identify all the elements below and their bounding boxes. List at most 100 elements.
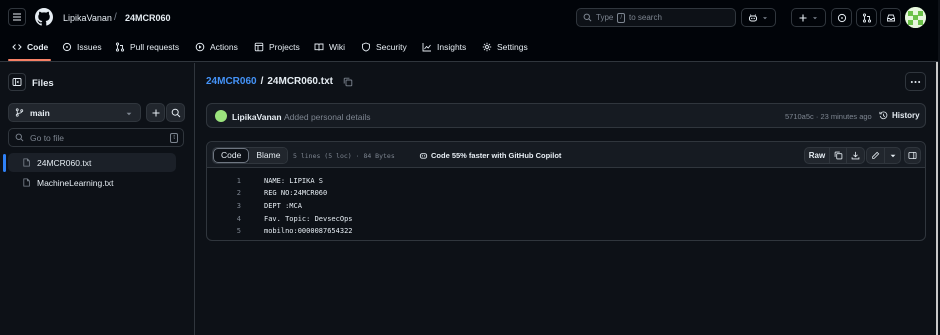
tab-insights[interactable]: Insights <box>422 42 466 52</box>
commit-author-avatar[interactable] <box>215 110 227 122</box>
sidebar-expand-icon <box>908 151 917 160</box>
copilot-icon <box>419 153 428 159</box>
book-icon <box>314 43 324 51</box>
search-placeholder-prefix: Type <box>596 13 614 22</box>
github-window: LipikaVanan / 24MCR060 Type / to search <box>0 0 938 335</box>
go-to-file-placeholder: Go to file <box>30 132 65 143</box>
line-number[interactable]: 4 <box>207 215 241 223</box>
code-line: 1 NAME: LIPIKA S <box>207 177 907 189</box>
github-logo-icon[interactable] <box>35 8 53 26</box>
create-new-button[interactable] <box>791 8 826 27</box>
raw-actions-group: Raw <box>804 147 865 164</box>
branch-icon <box>15 108 24 117</box>
copilot-icon <box>749 13 757 21</box>
line-number[interactable]: 3 <box>207 202 241 210</box>
active-tab-indicator <box>8 59 51 61</box>
pencil-icon <box>872 151 880 159</box>
breadcrumb-owner[interactable]: LipikaVanan <box>63 13 112 23</box>
tab-security[interactable]: Security <box>361 42 407 52</box>
play-icon <box>195 42 205 52</box>
blame-view-button[interactable]: Blame <box>249 148 288 163</box>
gear-icon <box>482 42 492 52</box>
add-file-button[interactable] <box>146 103 165 122</box>
commit-message[interactable]: Added personal details <box>284 112 370 122</box>
line-number[interactable]: 2 <box>207 189 241 197</box>
active-file-indicator <box>3 154 6 172</box>
menu-button[interactable] <box>8 8 26 26</box>
line-number[interactable]: 1 <box>207 177 241 185</box>
file-icon <box>23 178 30 187</box>
tab-issues[interactable]: Issues <box>62 42 102 52</box>
pull-request-icon <box>862 12 871 23</box>
edit-file-button[interactable] <box>867 148 885 163</box>
search-icon <box>15 133 24 142</box>
collapse-sidebar-button[interactable] <box>8 73 26 91</box>
tab-projects[interactable]: Projects <box>254 42 300 52</box>
breadcrumb-repo-link[interactable]: 24MCR060 <box>206 76 257 87</box>
file-item-label: 24MCR060.txt <box>37 157 92 168</box>
chevron-down-icon <box>126 112 132 116</box>
sidebar-title: Files <box>32 78 54 89</box>
copy-raw-button[interactable] <box>830 148 847 163</box>
issues-button[interactable] <box>831 8 852 27</box>
inbox-button[interactable] <box>880 8 901 27</box>
tab-wiki[interactable]: Wiki <box>314 42 345 52</box>
go-to-file-input[interactable]: Go to file t <box>8 128 184 147</box>
history-button[interactable]: History <box>879 111 920 120</box>
tab-settings-label: Settings <box>497 42 528 52</box>
line-content: DEPT :MCA <box>264 202 302 210</box>
breadcrumb-separator: / <box>260 76 264 87</box>
branch-name: main <box>30 107 50 118</box>
download-button[interactable] <box>847 148 864 163</box>
tab-actions-label: Actions <box>210 42 238 52</box>
tab-actions[interactable]: Actions <box>195 42 238 52</box>
symbols-panel-button[interactable] <box>904 147 921 164</box>
issue-icon <box>837 13 846 22</box>
tab-code[interactable]: Code <box>12 42 48 52</box>
line-content: NAME: LIPIKA S <box>264 177 324 185</box>
raw-button[interactable]: Raw <box>805 148 830 163</box>
code-line: 3 DEPT :MCA <box>207 202 907 214</box>
search-input[interactable]: Type / to search <box>576 8 736 27</box>
edit-actions-group <box>866 147 901 164</box>
code-view-button[interactable]: Code <box>213 148 250 163</box>
file-item-24mcr060[interactable]: 24MCR060.txt <box>8 153 176 172</box>
copilot-promo-label: Code 55% faster with GitHub Copilot <box>431 151 562 160</box>
copy-path-icon[interactable] <box>343 77 353 87</box>
pull-requests-button[interactable] <box>856 8 877 27</box>
code-icon <box>12 44 22 50</box>
code-line: 2 REG NO:24MCR060 <box>207 189 907 201</box>
inbox-icon <box>886 14 895 21</box>
tab-issues-label: Issues <box>77 42 102 52</box>
tab-pull-requests[interactable]: Pull requests <box>115 42 179 52</box>
branch-selector[interactable]: main <box>8 103 141 122</box>
issue-icon <box>62 42 72 52</box>
global-header: LipikaVanan / 24MCR060 Type / to search <box>0 0 938 62</box>
code-line: 4 Fav. Topic: DevsecOps <box>207 215 907 227</box>
latest-commit-bar: LipikaVanan Added personal details 5710a… <box>206 103 926 128</box>
pull-request-icon <box>115 42 125 52</box>
user-avatar[interactable] <box>905 7 926 28</box>
search-placeholder-suffix: to search <box>629 13 662 22</box>
chevron-down-icon <box>890 154 895 157</box>
history-icon <box>879 111 888 120</box>
search-files-button[interactable] <box>166 103 185 122</box>
copilot-promo-link[interactable]: Code 55% faster with GitHub Copilot <box>419 151 561 160</box>
breadcrumb-repo[interactable]: 24MCR060 <box>125 13 171 23</box>
copilot-button[interactable] <box>741 8 776 27</box>
breadcrumb-separator: / <box>114 12 117 23</box>
file-item-machinelearning[interactable]: MachineLearning.txt <box>8 173 176 192</box>
commit-meta[interactable]: 5710a5c · 23 minutes ago <box>785 112 872 121</box>
edit-options-button[interactable] <box>885 148 900 163</box>
tab-code-label: Code <box>27 42 49 52</box>
go-to-file-shortcut: t <box>170 133 178 143</box>
line-content: mobilno:0000087654322 <box>264 227 353 235</box>
tab-settings[interactable]: Settings <box>482 42 528 52</box>
sidebar-collapse-icon <box>12 78 22 86</box>
commit-author[interactable]: LipikaVanan <box>232 112 282 122</box>
search-icon <box>171 108 180 117</box>
file-stats: 5 lines (5 loc) · 84 Bytes <box>293 152 395 160</box>
more-options-button[interactable] <box>905 72 926 91</box>
line-number[interactable]: 5 <box>207 227 241 235</box>
repo-nav: Code Issues Pull requests Actions Projec… <box>0 38 938 61</box>
